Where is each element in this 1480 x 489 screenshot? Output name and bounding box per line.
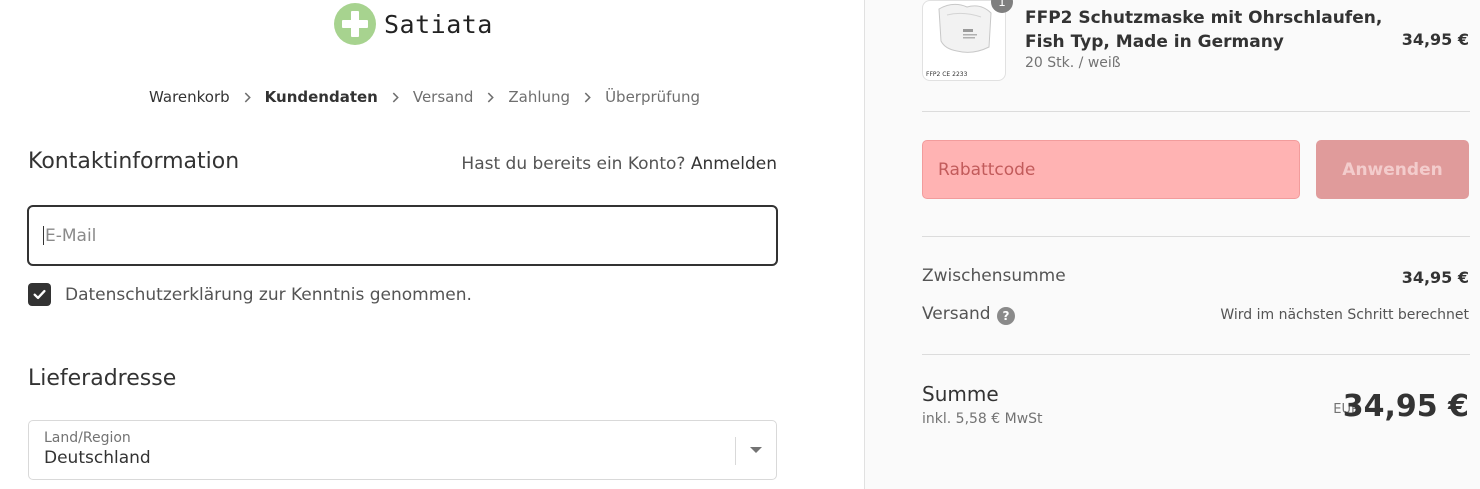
- chevron-down-icon: [750, 447, 762, 453]
- shipping-note: Wird im nächsten Schritt berechnet: [1220, 307, 1469, 323]
- breadcrumb-step-cart[interactable]: Warenkorb: [149, 88, 230, 106]
- privacy-consent-row[interactable]: Datenschutzerklärung zur Kenntnis genomm…: [28, 283, 472, 306]
- subtotal-value: 34,95 €: [1401, 268, 1469, 287]
- login-prompt-text: Hast du bereits ein Konto?: [461, 154, 686, 174]
- total-value: 34,95 €: [1342, 389, 1469, 424]
- order-summary-panel: FFP2 CE 2233 1 FFP2 Schutzmaske mit Ohrs…: [864, 0, 1480, 489]
- country-select[interactable]: Land/Region Deutschland: [28, 420, 777, 480]
- discount-code-field[interactable]: [922, 140, 1300, 199]
- discount-code-input[interactable]: [938, 159, 1284, 180]
- help-icon[interactable]: ?: [997, 307, 1015, 325]
- product-price: 34,95 €: [1401, 30, 1469, 49]
- privacy-checkbox[interactable]: [28, 283, 51, 306]
- login-prompt: Hast du bereits ein Konto? Anmelden: [461, 154, 777, 174]
- summary-divider: [922, 236, 1470, 237]
- chevron-right-icon: [242, 92, 253, 103]
- ffp2-mask-image: [938, 3, 992, 53]
- select-divider: [735, 437, 736, 465]
- product-name: FFP2 Schutzmaske mit Ohrschlaufen, Fish …: [1025, 8, 1383, 52]
- breadcrumb-step-payment: Zahlung: [508, 88, 571, 106]
- brand-logo[interactable]: Satiata: [334, 2, 493, 46]
- breadcrumb-step-customer-info: Kundendaten: [264, 88, 378, 106]
- product-thumbnail: FFP2 CE 2233 1: [922, 0, 1013, 81]
- brand-name: Satiata: [384, 9, 493, 39]
- email-input[interactable]: [45, 225, 762, 246]
- shipping-label: Versand: [922, 304, 991, 324]
- summary-divider: [922, 354, 1470, 355]
- checkmark-icon: [33, 289, 46, 300]
- privacy-checkbox-label[interactable]: Datenschutzerklärung zur Kenntnis genomm…: [65, 285, 472, 305]
- text-cursor: [43, 226, 44, 245]
- apply-discount-button[interactable]: Anwenden: [1316, 140, 1469, 199]
- login-link[interactable]: Anmelden: [691, 154, 777, 174]
- checkout-form-panel: Satiata Warenkorb Kundendaten Versand Za…: [0, 0, 864, 489]
- country-select-label: Land/Region: [44, 430, 131, 446]
- product-variant: 20 Stk. / weiß: [1025, 55, 1121, 71]
- summary-divider: [922, 111, 1470, 112]
- chevron-right-icon: [390, 92, 401, 103]
- chevron-right-icon: [485, 92, 496, 103]
- contact-section-title: Kontaktinformation: [28, 149, 240, 174]
- email-field[interactable]: [27, 205, 778, 266]
- breadcrumb-step-shipping: Versand: [412, 88, 474, 106]
- breadcrumb: Warenkorb Kundendaten Versand Zahlung Üb…: [149, 88, 700, 106]
- chevron-right-icon: [582, 92, 593, 103]
- country-select-value: Deutschland: [44, 448, 151, 468]
- breadcrumb-step-review: Überprüfung: [605, 88, 700, 106]
- tax-note: inkl. 5,58 € MwSt: [922, 411, 1043, 427]
- thumbnail-label: FFP2 CE 2233: [926, 71, 968, 78]
- total-label: Summe: [922, 382, 999, 406]
- plus-logo-icon: [334, 3, 376, 45]
- shipping-address-title: Lieferadresse: [28, 366, 177, 391]
- subtotal-label: Zwischensumme: [922, 266, 1066, 286]
